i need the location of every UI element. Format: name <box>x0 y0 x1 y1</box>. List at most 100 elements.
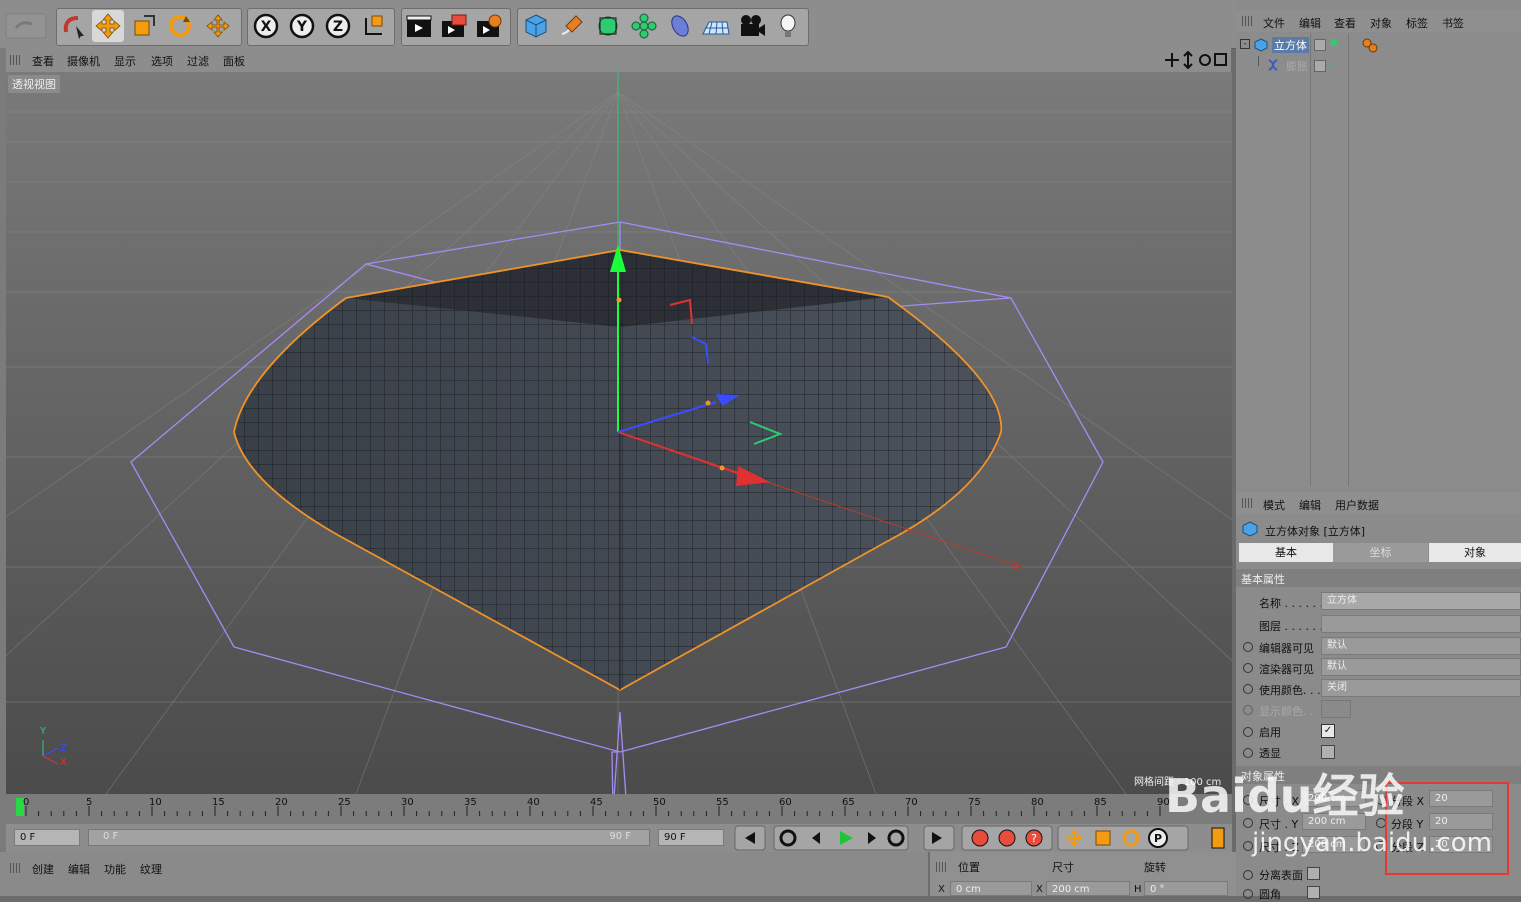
size-x-field[interactable]: 200 cm <box>1046 881 1130 896</box>
timeline-tick-label: 0 <box>23 797 30 808</box>
object-row-cube[interactable]: - 立方体 ● <box>1238 36 1348 54</box>
render-picture-viewer-icon[interactable] <box>438 10 470 42</box>
am-menu-userdata[interactable]: 用户数据 <box>1335 497 1379 513</box>
layer-field[interactable] <box>1321 615 1521 633</box>
separate-surfaces-label: 分离表面 <box>1259 869 1303 882</box>
separate-surfaces-checkbox[interactable] <box>1307 867 1320 880</box>
timeline-tick-label: 20 <box>275 797 288 808</box>
axis-x-label: X <box>60 757 67 768</box>
render-visible-select[interactable]: 默认 <box>1321 658 1521 676</box>
perspective-viewport[interactable]: Y Z X 透视视图 网格间距 : 100 cm <box>6 72 1232 794</box>
object-name-bulge[interactable]: 膨胀 <box>1286 58 1308 74</box>
menu-display[interactable]: 显示 <box>114 53 136 69</box>
layer-icon[interactable] <box>1314 39 1326 51</box>
animate-radio-icon[interactable] <box>1243 663 1253 673</box>
render-view-icon[interactable] <box>403 10 435 42</box>
menu-edit[interactable]: 编辑 <box>68 861 90 877</box>
render-settings-icon[interactable] <box>473 10 505 42</box>
menu-create[interactable]: 创建 <box>32 861 54 877</box>
animate-radio-icon[interactable] <box>1243 705 1253 715</box>
rotate-tool-icon[interactable] <box>164 10 196 42</box>
frame-range-slider[interactable]: 0 F 90 F <box>88 829 650 846</box>
tab-object[interactable]: 对象 <box>1429 543 1521 562</box>
y-axis-lock-icon[interactable]: Y <box>286 10 318 42</box>
material-tag-icon[interactable] <box>1362 38 1378 54</box>
animate-radio-icon[interactable] <box>1243 684 1253 694</box>
am-menu-edit[interactable]: 编辑 <box>1299 497 1321 513</box>
main-toolbar: X Y Z <box>0 0 1236 49</box>
object-name-cube[interactable]: 立方体 <box>1272 37 1309 53</box>
timeline-tick-label: 30 <box>401 797 414 808</box>
object-row-bulge[interactable]: 膨胀 ✓ <box>1238 56 1348 74</box>
playback-controls[interactable]: ? P <box>734 825 1234 851</box>
am-menu-mode[interactable]: 模式 <box>1263 497 1285 513</box>
om-menu-bookmarks[interactable]: 书签 <box>1442 15 1464 31</box>
fillet-checkbox[interactable] <box>1307 886 1320 899</box>
move-tool-icon[interactable] <box>92 10 124 42</box>
coord-h-axis: H <box>1134 884 1142 895</box>
xray-checkbox[interactable] <box>1321 745 1335 759</box>
menu-filter[interactable]: 过滤 <box>187 53 209 69</box>
use-color-select[interactable]: 关闭 <box>1321 679 1521 697</box>
visibility-check-icon[interactable]: ✓ <box>1330 59 1338 69</box>
fillet-label: 圆角 <box>1259 888 1281 901</box>
menu-texture[interactable]: 纹理 <box>140 861 162 877</box>
undo-icon[interactable] <box>4 12 48 40</box>
coordinate-system-icon[interactable] <box>358 10 390 42</box>
position-x-field[interactable]: 0 cm <box>950 881 1032 896</box>
grip-icon[interactable] <box>10 863 20 873</box>
collapse-icon[interactable]: - <box>1240 39 1250 49</box>
animate-radio-icon[interactable] <box>1243 727 1253 737</box>
visibility-dots-icon[interactable]: ● <box>1330 38 1338 48</box>
menu-view[interactable]: 查看 <box>32 53 54 69</box>
animate-radio-icon[interactable] <box>1243 642 1253 652</box>
om-menu-object[interactable]: 对象 <box>1370 15 1392 31</box>
enable-checkbox[interactable]: ✓ <box>1321 724 1335 738</box>
x-axis-lock-icon[interactable]: X <box>250 10 282 42</box>
scale-tool-icon[interactable] <box>128 10 160 42</box>
cube-object-icon <box>1254 38 1268 52</box>
om-menu-view[interactable]: 查看 <box>1334 15 1356 31</box>
grip-icon[interactable] <box>1242 16 1252 26</box>
menu-panel[interactable]: 面板 <box>223 53 245 69</box>
display-color-swatch[interactable] <box>1321 700 1351 718</box>
animate-radio-icon[interactable] <box>1243 748 1253 758</box>
timeline-ruler[interactable]: 0 5 10 15 20 25 30 35 40 45 50 55 60 65 70 75 80 85 90 <box>6 794 1232 824</box>
end-frame-field[interactable]: 90 F <box>658 829 724 846</box>
animate-radio-icon[interactable] <box>1243 889 1253 899</box>
timeline-ticks <box>25 806 1161 816</box>
tab-basic[interactable]: 基本 <box>1239 543 1333 562</box>
deformer-icon[interactable] <box>664 10 696 42</box>
display-color-label: 显示颜色. . <box>1259 705 1314 718</box>
om-menu-tags[interactable]: 标签 <box>1406 15 1428 31</box>
section-basic[interactable]: 基本属性 <box>1236 569 1521 587</box>
rotation-h-field[interactable]: 0 ° <box>1144 881 1228 896</box>
tab-coordinates[interactable]: 坐标 <box>1333 543 1428 562</box>
subdivision-surface-icon[interactable] <box>592 10 624 42</box>
viewport-nav-icons[interactable] <box>1164 50 1228 72</box>
editor-visible-select[interactable]: 默认 <box>1321 637 1521 655</box>
live-selection-icon[interactable] <box>58 10 90 42</box>
layer-icon[interactable] <box>1314 60 1326 72</box>
menu-function[interactable]: 功能 <box>104 861 126 877</box>
om-menu-edit[interactable]: 编辑 <box>1299 15 1321 31</box>
light-icon[interactable] <box>772 10 804 42</box>
menu-options[interactable]: 选项 <box>151 53 173 69</box>
coord-header-rotation: 旋转 <box>1144 861 1166 874</box>
om-menu-file[interactable]: 文件 <box>1263 15 1285 31</box>
animate-radio-icon[interactable] <box>1243 870 1253 880</box>
grip-icon[interactable] <box>10 55 20 65</box>
cloner-icon[interactable] <box>628 10 660 42</box>
floor-icon[interactable] <box>700 10 732 42</box>
name-field[interactable]: 立方体 <box>1321 592 1521 610</box>
last-tool-icon[interactable] <box>202 10 234 42</box>
spline-pen-icon[interactable] <box>556 10 588 42</box>
menu-camera[interactable]: 摄像机 <box>67 53 100 69</box>
grip-icon[interactable] <box>1242 498 1252 508</box>
section-basic-title: 基本属性 <box>1241 573 1285 586</box>
z-axis-lock-icon[interactable]: Z <box>322 10 354 42</box>
cube-primitive-icon[interactable] <box>520 10 552 42</box>
grip-icon[interactable] <box>936 862 946 872</box>
camera-icon[interactable] <box>736 10 768 42</box>
current-frame-field[interactable]: 0 F <box>14 829 80 846</box>
